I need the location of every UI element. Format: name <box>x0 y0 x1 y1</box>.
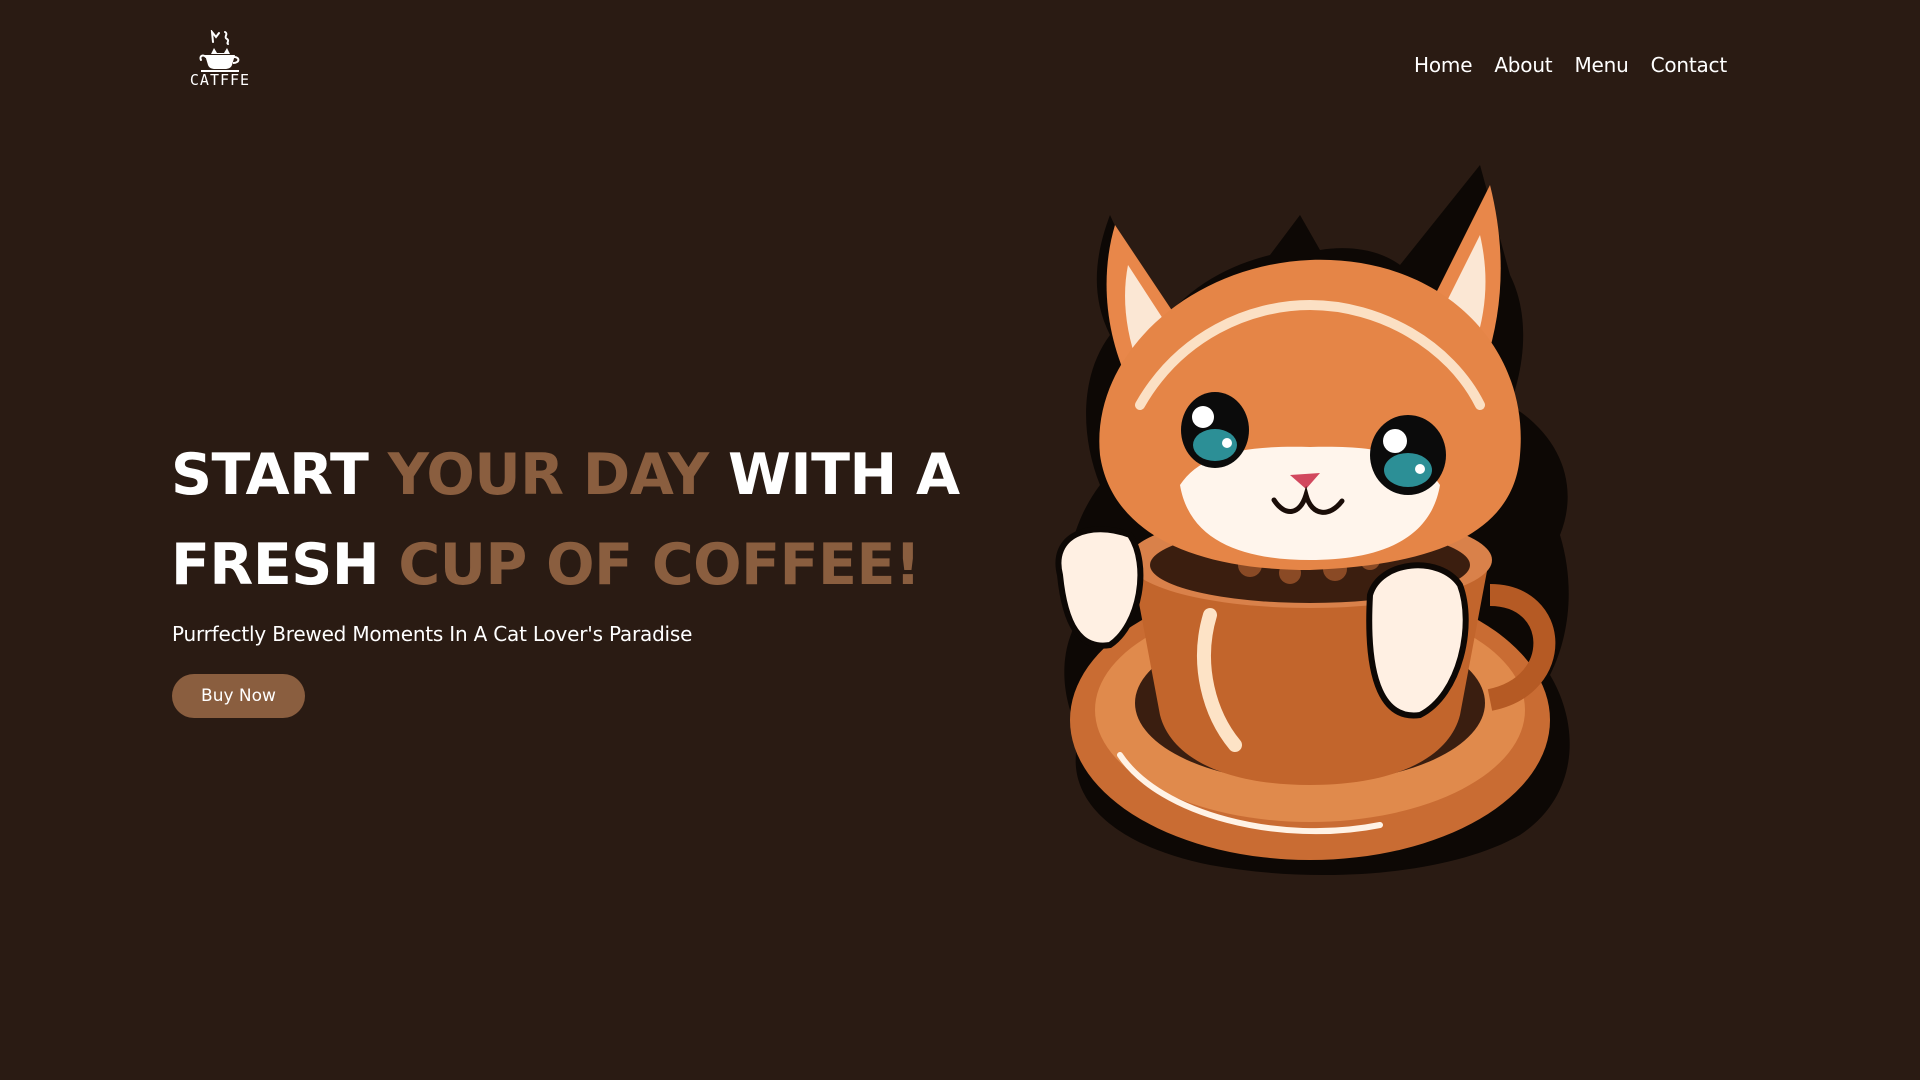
cat-in-coffee-cup-illustration <box>1055 165 1570 875</box>
hero-title-with-a: WITH A <box>708 442 960 508</box>
hero-title-cup-of-coffee: CUP OF COFFEE! <box>398 532 921 598</box>
hero-title: START YOUR DAY WITH A FRESH CUP OF COFFE… <box>171 430 991 610</box>
nav-about[interactable]: About <box>1494 53 1552 77</box>
landing-page: CATFFE Home About Menu Contact START YOU… <box>0 0 1920 1080</box>
buy-now-button[interactable]: Buy Now <box>172 674 305 718</box>
hero-subtitle: Purrfectly Brewed Moments In A Cat Lover… <box>172 622 693 646</box>
site-logo[interactable]: CATFFE <box>190 30 250 98</box>
nav-contact[interactable]: Contact <box>1651 53 1728 77</box>
hero-title-start: START <box>171 442 388 508</box>
nav-home[interactable]: Home <box>1414 53 1472 77</box>
main-nav: Home About Menu Contact <box>1414 53 1727 77</box>
nav-menu[interactable]: Menu <box>1574 53 1628 77</box>
hero-title-your-day: YOUR DAY <box>387 442 709 508</box>
cat-coffee-cup-icon <box>199 30 240 72</box>
hero-title-fresh: FRESH <box>171 532 399 598</box>
logo-text: CATFFE <box>189 71 251 89</box>
